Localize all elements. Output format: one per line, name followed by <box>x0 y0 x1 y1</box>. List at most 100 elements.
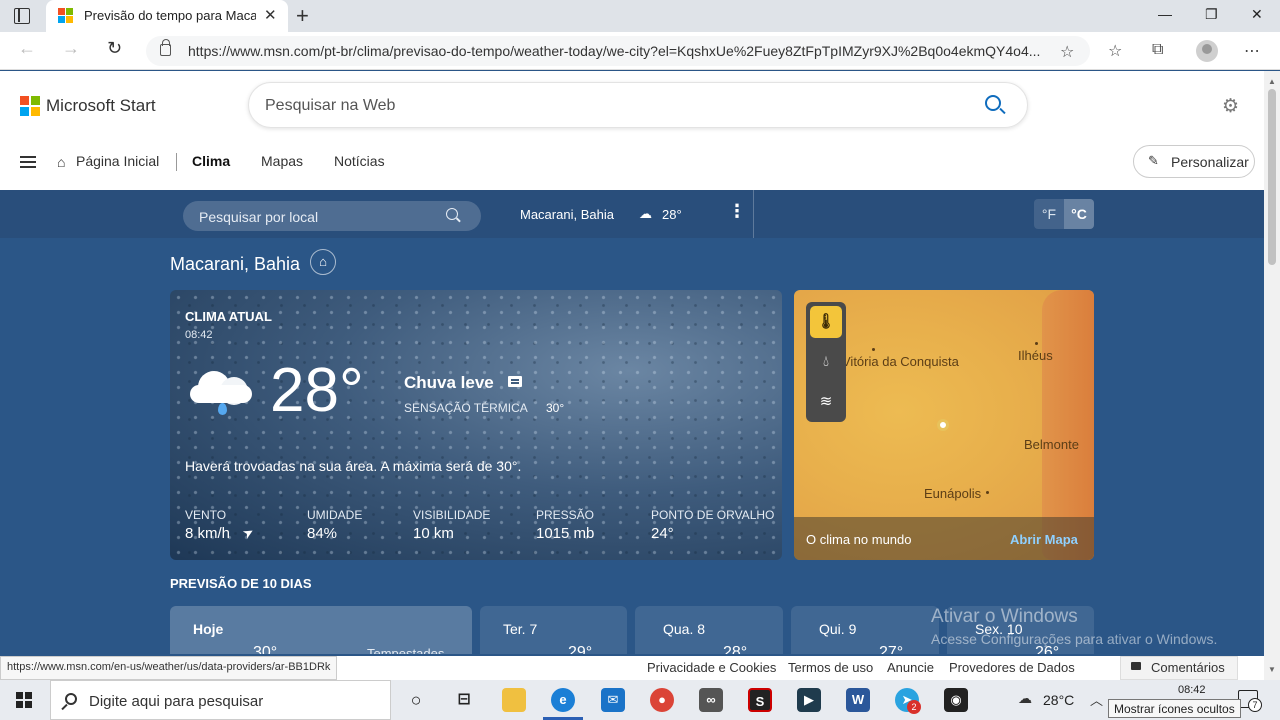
url-text[interactable]: https://www.msn.com/pt-br/clima/previsao… <box>188 43 1048 59</box>
taskbar-clock[interactable]: 08:42 <box>1178 684 1206 696</box>
favorites-icon[interactable]: ☆ <box>1108 41 1122 61</box>
browser-tab[interactable]: Previsão do tempo para Macarani ✕ <box>46 0 288 32</box>
location-search-placeholder: Pesquisar por local <box>199 209 319 225</box>
metric-wind-label: VENTO <box>185 508 227 522</box>
search-icon[interactable] <box>985 95 1001 111</box>
scroll-thumb[interactable] <box>1268 89 1276 265</box>
tray-weather-icon[interactable]: ☁ <box>1018 690 1032 707</box>
forecast-day-temp: 28° <box>723 644 748 654</box>
home-icon: ⌂ <box>57 154 66 170</box>
mail-icon[interactable]: ✉ <box>601 688 625 712</box>
profile-avatar[interactable] <box>1196 40 1218 62</box>
page-scrollbar[interactable]: ▲ ▼ <box>1264 71 1280 680</box>
forecast-day-card[interactable]: Hoje 30° Tempestades <box>170 606 472 654</box>
metric-dewpoint-label: PONTO DE ORVALHO <box>651 508 775 522</box>
nav-weather[interactable]: Clima <box>192 153 230 169</box>
footer-terms-link[interactable]: Termos de uso <box>788 660 873 675</box>
url-field[interactable]: https://www.msn.com/pt-br/clima/previsao… <box>146 36 1090 66</box>
app-record-icon[interactable]: ◉ <box>944 688 968 712</box>
app-s-icon[interactable]: S <box>748 688 772 712</box>
world-weather-label: O clima no mundo <box>806 532 912 547</box>
chrome-icon[interactable]: ● <box>650 688 674 712</box>
weather-map-card[interactable]: Vitória da Conquista Ilhéus Belmonte Eun… <box>794 290 1094 560</box>
word-icon[interactable]: W <box>846 688 870 712</box>
set-home-icon[interactable]: ⌂ <box>310 249 336 275</box>
nav-home[interactable]: Página Inicial <box>76 153 159 169</box>
unit-fahrenheit-button[interactable]: °F <box>1034 199 1064 229</box>
cloud-rain-icon: ☁ <box>639 206 652 221</box>
feedback-label: Comentários <box>1151 660 1225 675</box>
current-condition: Chuva leve <box>404 373 494 392</box>
personalize-button[interactable]: ✎ Personalizar <box>1133 145 1255 178</box>
current-time: 08:42 <box>185 329 213 341</box>
taskbar-search-input[interactable]: Digite aqui para pesquisar <box>50 680 391 720</box>
close-tab-icon[interactable]: ✕ <box>264 6 277 24</box>
forecast-day-condition: Tempestades <box>367 646 445 654</box>
edge-icon[interactable]: e <box>551 688 575 712</box>
metric-pressure-value: 1015 mb <box>536 525 595 542</box>
location-search-input[interactable]: Pesquisar por local <box>183 201 481 231</box>
nav-maps[interactable]: Mapas <box>261 153 303 169</box>
msn-header: Microsoft Start Pesquisar na Web ⚙ ⌂ Pág… <box>0 71 1264 190</box>
back-icon[interactable]: ← <box>18 38 36 59</box>
droplet-icon[interactable]: 💧︎ <box>810 346 842 378</box>
footer-advertise-link[interactable]: Anuncie <box>887 660 934 675</box>
scroll-up-icon[interactable]: ▲ <box>1268 77 1276 86</box>
restore-icon[interactable]: ❐ <box>1205 6 1218 23</box>
footer-providers-link[interactable]: Provedores de Dados <box>949 660 1075 675</box>
show-hidden-icons-chevron-icon[interactable]: ︿ <box>1090 690 1103 709</box>
collections-icon[interactable]: ⧉ <box>1152 41 1163 59</box>
new-tab-icon[interactable]: + <box>296 3 309 29</box>
pencil-icon: ✎ <box>1148 153 1159 168</box>
activation-subtitle: Acesse Configurações para ativar o Windo… <box>931 631 1218 647</box>
map-city-dot <box>872 348 875 351</box>
app-sublime-icon[interactable]: ▶ <box>797 688 821 712</box>
windows-start-icon[interactable] <box>16 692 32 708</box>
gear-icon[interactable]: ⚙ <box>1222 95 1239 118</box>
tooltip-hidden-icons: Mostrar ícones ocultos <box>1108 699 1241 718</box>
forecast-day-card[interactable]: Ter. 7 29° <box>480 606 627 654</box>
microsoft-logo-icon[interactable] <box>20 96 40 116</box>
feedback-button[interactable]: Comentários <box>1120 656 1238 680</box>
scroll-down-icon[interactable]: ▼ <box>1268 665 1276 674</box>
task-view-icon[interactable]: ⊟ <box>452 688 476 712</box>
refresh-icon[interactable]: ↻ <box>107 38 122 59</box>
more-menu-icon[interactable]: ⋯ <box>1244 41 1260 61</box>
current-weather-card: CLIMA ATUAL 08:42 28° Chuva leve SENSAÇÃ… <box>170 290 782 560</box>
map-city-vitoria: Vitória da Conquista <box>842 354 959 369</box>
wind-icon[interactable]: ≋ <box>810 386 842 418</box>
map-city-eunapolis: Eunápolis <box>924 486 982 501</box>
app-glasses-icon[interactable]: ∞ <box>699 688 723 712</box>
close-window-icon[interactable]: ✕ <box>1251 6 1263 23</box>
forecast-day-card[interactable]: Qua. 8 28° <box>635 606 783 654</box>
notification-count: 7 <box>1248 698 1262 712</box>
activation-title: Ativar o Windows <box>931 606 1078 627</box>
brand-name[interactable]: Microsoft Start <box>46 96 156 116</box>
map-layer-panel: 🌡︎ 💧︎ ≋ <box>806 302 846 422</box>
cortana-icon[interactable]: ○ <box>404 688 428 712</box>
forward-icon[interactable]: → <box>62 38 80 59</box>
tray-temperature[interactable]: 28°C <box>1043 692 1074 708</box>
footer-privacy-link[interactable]: Privacidade e Cookies <box>647 660 776 675</box>
open-map-link[interactable]: Abrir Mapa <box>1010 532 1078 547</box>
file-explorer-icon[interactable] <box>502 688 526 712</box>
forecast-title: PREVISÃO DE 10 DIAS <box>170 576 312 591</box>
location-search-icon[interactable] <box>446 208 458 220</box>
location-title: Macarani, Bahia <box>170 254 301 274</box>
tab-title: Previsão do tempo para Macarani <box>84 8 256 23</box>
lock-icon[interactable] <box>160 39 171 56</box>
toolbar-location[interactable]: Macarani, Bahia <box>520 207 614 222</box>
nav-news[interactable]: Notícias <box>334 153 385 169</box>
unit-celsius-button[interactable]: °C <box>1064 199 1094 229</box>
add-favorite-icon[interactable]: ☆ <box>1060 42 1074 62</box>
nav-divider <box>176 153 177 171</box>
web-search-input[interactable]: Pesquisar na Web <box>248 82 1028 128</box>
minimize-icon[interactable]: — <box>1158 6 1172 22</box>
condition-details-icon[interactable] <box>508 376 522 387</box>
tab-actions-icon[interactable] <box>14 8 30 24</box>
toolbar-temp[interactable]: 28° <box>662 207 682 222</box>
hamburger-menu-icon[interactable] <box>20 156 36 168</box>
thermometer-icon[interactable]: 🌡︎ <box>810 306 842 338</box>
location-more-icon[interactable]: ⋮ <box>728 202 746 220</box>
forecast-day-card[interactable]: Qui. 9 27° <box>791 606 939 654</box>
